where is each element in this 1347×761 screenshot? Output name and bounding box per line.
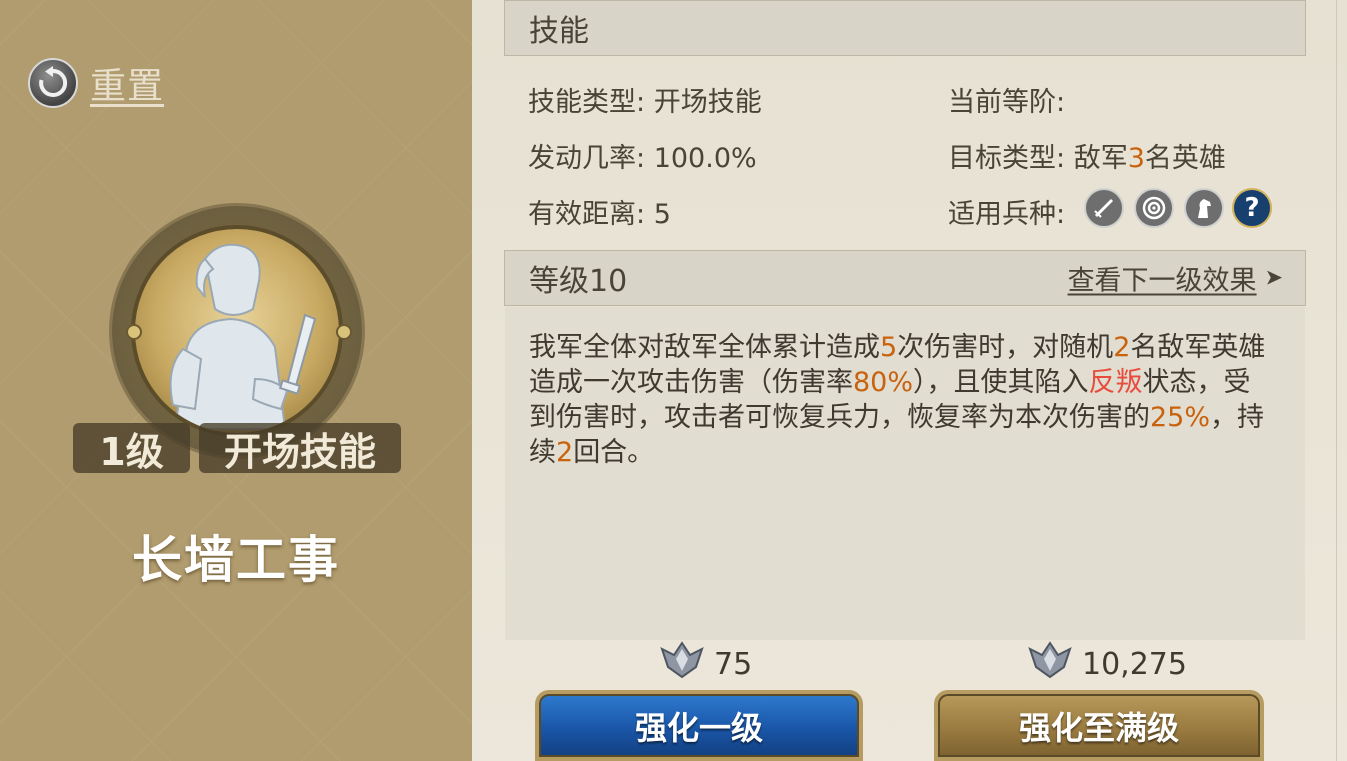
soldier-statue-icon bbox=[131, 225, 343, 437]
target-type-prefix: 敌军 bbox=[1073, 143, 1128, 174]
reset-label: 重置 bbox=[90, 66, 165, 107]
desc-duration: 2 bbox=[556, 437, 574, 468]
desc-target-count: 2 bbox=[1113, 332, 1131, 363]
level-section-header: 等级10 查看下一级效果 ➤ bbox=[504, 250, 1306, 306]
skill-type-value: 开场技能 bbox=[653, 87, 762, 118]
skill-book-icon bbox=[660, 641, 704, 687]
skill-book-icon bbox=[1028, 641, 1072, 687]
effective-range-value: 5 bbox=[653, 199, 671, 230]
next-level-link[interactable]: 查看下一级效果 ➤ bbox=[1068, 259, 1283, 298]
panel-edge-divider bbox=[1336, 0, 1337, 761]
desc-status: 反叛 bbox=[1088, 367, 1143, 398]
skill-type-label: 技能类型: bbox=[528, 87, 646, 118]
troop-type-row: 适用兵种: bbox=[948, 192, 1065, 231]
desc-text-4: ），且使其陷入 bbox=[913, 367, 1089, 398]
trigger-chance-value: 100.0% bbox=[653, 143, 757, 174]
skill-description-box: 我军全体对敌军全体累计造成5次伤害时，对随机2名敌军英雄造成一次攻击伤害（伤害率… bbox=[505, 307, 1305, 640]
level-tag: 1级 bbox=[73, 423, 190, 474]
desc-text-2: 次伤害时，对随机 bbox=[897, 332, 1114, 363]
skill-portrait-panel: 重置 1级 开场技能 长墙工事 bbox=[0, 0, 473, 761]
portrait-stud-right bbox=[336, 324, 352, 340]
trigger-chance-row: 发动几率: 100.0% bbox=[528, 136, 757, 175]
effective-range-label: 有效距离: bbox=[528, 199, 646, 230]
portrait-stud-left bbox=[126, 324, 142, 340]
sword-icon[interactable] bbox=[1084, 188, 1124, 228]
trigger-chance-label: 发动几率: bbox=[528, 143, 646, 174]
desc-recover-rate: 25% bbox=[1150, 402, 1211, 433]
desc-text-7: 回合。 bbox=[573, 437, 655, 468]
desc-hit-count: 5 bbox=[880, 332, 898, 363]
reset-button[interactable]: 重置 bbox=[28, 55, 164, 111]
skill-section-title: 技能 bbox=[529, 14, 589, 49]
question-icon[interactable]: ? bbox=[1232, 188, 1272, 228]
cost-max-level: 10,275 bbox=[1028, 641, 1187, 687]
effective-range-row: 有效距离: 5 bbox=[528, 192, 671, 231]
desc-text-1: 我军全体对敌军全体累计造成 bbox=[529, 332, 880, 363]
skill-section-header: 技能 bbox=[504, 0, 1306, 56]
level-title: 等级10 bbox=[529, 264, 628, 299]
upgrade-max-level-label: 强化至满级 bbox=[1018, 708, 1179, 747]
skill-name: 长墙工事 bbox=[132, 531, 340, 589]
reset-icon bbox=[28, 58, 78, 108]
cost-max-value: 10,275 bbox=[1082, 646, 1187, 682]
upgrade-one-level-button[interactable]: 强化一级 bbox=[535, 690, 863, 761]
target-count: 3 bbox=[1127, 143, 1145, 174]
upgrade-one-level-label: 强化一级 bbox=[634, 708, 763, 747]
horse-icon[interactable] bbox=[1184, 188, 1224, 228]
next-level-label: 查看下一级效果 bbox=[1067, 265, 1257, 297]
cost-one-level: 75 bbox=[660, 641, 753, 687]
skill-description: 我军全体对敌军全体累计造成5次伤害时，对随机2名敌军英雄造成一次攻击伤害（伤害率… bbox=[529, 330, 1269, 470]
desc-damage-rate: 80% bbox=[853, 367, 914, 398]
target-type-suffix: 名英雄 bbox=[1144, 143, 1226, 174]
target-type-row: 目标类型: 敌军3名英雄 bbox=[948, 136, 1226, 175]
target-type-label: 目标类型: bbox=[948, 143, 1066, 174]
current-rank-label: 当前等阶: bbox=[948, 87, 1066, 118]
skill-type-row: 技能类型: 开场技能 bbox=[528, 80, 762, 119]
skill-portrait bbox=[112, 206, 362, 456]
current-rank-row: 当前等阶: bbox=[948, 80, 1065, 119]
skill-type-tag: 开场技能 bbox=[199, 423, 401, 474]
cost-one-value: 75 bbox=[714, 646, 753, 682]
troop-type-label: 适用兵种: bbox=[948, 199, 1066, 230]
upgrade-max-level-button[interactable]: 强化至满级 bbox=[934, 690, 1264, 761]
target-icon[interactable] bbox=[1134, 188, 1174, 228]
arrow-right-icon: ➤ bbox=[1264, 265, 1283, 291]
